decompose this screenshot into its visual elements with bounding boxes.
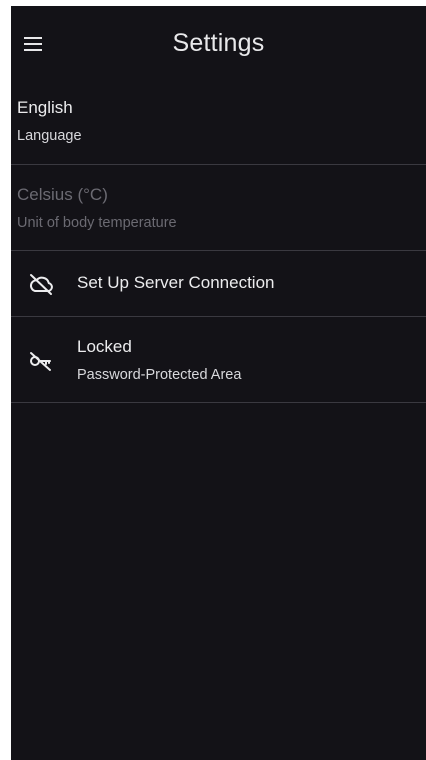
page-title: Settings bbox=[172, 29, 265, 57]
protected-area-label: Password-Protected Area bbox=[77, 367, 242, 383]
cloud-off-icon bbox=[27, 270, 55, 298]
temperature-unit-value: Celsius (°C) bbox=[17, 185, 108, 204]
app-bar: Settings bbox=[11, 6, 426, 82]
protected-area-value: Locked bbox=[77, 337, 132, 356]
protected-area-setting[interactable]: Locked Password-Protected Area bbox=[11, 317, 426, 403]
settings-screen: Settings English Language Celsius (°C) U… bbox=[11, 6, 426, 760]
key-off-icon bbox=[27, 347, 55, 375]
temperature-unit-label: Unit of body temperature bbox=[17, 215, 177, 231]
language-label: Language bbox=[17, 128, 82, 144]
language-value: English bbox=[17, 98, 73, 117]
language-setting[interactable]: English Language bbox=[11, 82, 426, 165]
server-connection-label: Set Up Server Connection bbox=[77, 273, 275, 292]
server-connection-setting[interactable]: Set Up Server Connection bbox=[11, 251, 426, 317]
temperature-unit-setting[interactable]: Celsius (°C) Unit of body temperature bbox=[11, 165, 426, 251]
